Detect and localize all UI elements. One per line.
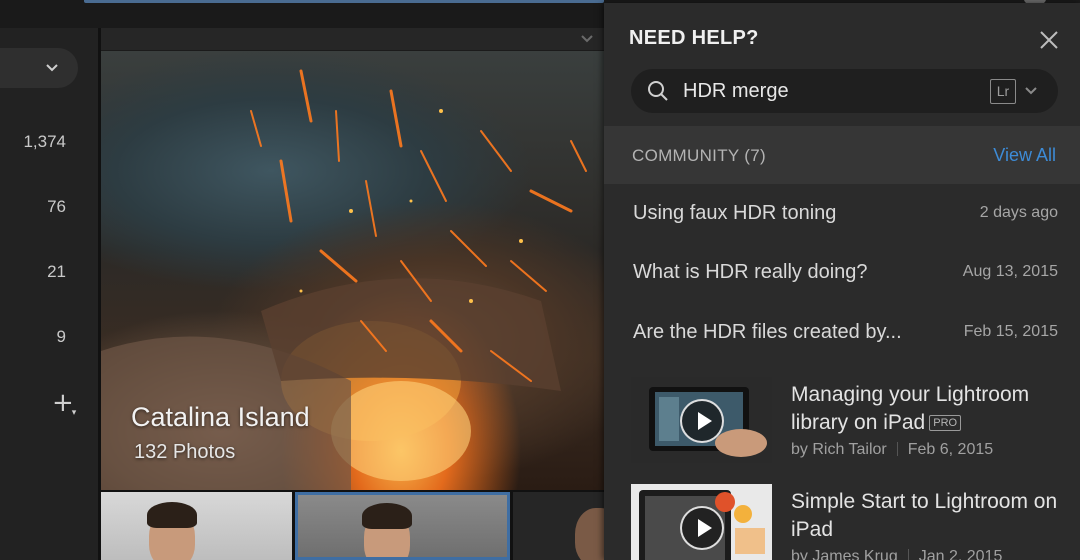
video-thumbnail: [631, 377, 772, 463]
help-panel: NEED HELP? Lr COMMUNITY (7) View All Usi…: [604, 3, 1080, 560]
album-photo-count: 132 Photos: [134, 441, 236, 463]
search-input[interactable]: [683, 77, 973, 105]
album-cover[interactable]: Catalina Island 132 Photos: [101, 51, 604, 490]
video-title: Simple Start to Lightroom on iPad: [791, 490, 1058, 541]
sidebar-count[interactable]: 9: [57, 327, 66, 347]
close-icon[interactable]: [1038, 29, 1060, 51]
album-header: [101, 28, 604, 50]
help-title: NEED HELP?: [629, 27, 759, 49]
sidebar: 1,374 76 21 9 +▾: [0, 28, 98, 560]
photo-thumbnail[interactable]: [513, 492, 604, 560]
view-all-link[interactable]: View All: [993, 145, 1056, 166]
portrait-hair: [147, 502, 197, 528]
community-post[interactable]: Are the HDR files created by... Feb 15, …: [604, 309, 1080, 359]
video-author: by Rich Tailor: [791, 441, 887, 458]
photo-thumbnail[interactable]: [101, 492, 292, 560]
filter-dropdown[interactable]: [0, 48, 78, 88]
video-author: by James Krug: [791, 548, 898, 560]
community-label: COMMUNITY (7): [632, 146, 766, 165]
chevron-down-icon[interactable]: [1023, 83, 1039, 99]
sidebar-count[interactable]: 76: [47, 197, 66, 217]
post-title: What is HDR really doing?: [633, 261, 868, 283]
video-date: Feb 6, 2015: [907, 441, 994, 458]
sidebar-count[interactable]: 1,374: [23, 132, 66, 152]
post-title: Using faux HDR toning: [633, 202, 837, 224]
portrait-hair: [362, 503, 412, 529]
post-date: 2 days ago: [979, 204, 1058, 221]
chevron-down-icon[interactable]: [579, 31, 595, 47]
video-title: Managing your Lightroom library on iPad P…: [791, 383, 1030, 434]
post-date: Feb 15, 2015: [963, 323, 1058, 340]
play-icon[interactable]: [680, 506, 724, 550]
tutorial-video[interactable]: Managing your Lightroom library on iPad P…: [604, 377, 1080, 477]
community-post[interactable]: Using faux HDR toning 2 days ago: [604, 190, 1080, 240]
search-icon: [648, 81, 668, 101]
pro-badge: PRO: [929, 415, 962, 431]
sidebar-count[interactable]: 21: [47, 262, 66, 282]
caret-down-icon: ▾: [71, 408, 77, 418]
video-thumbnail: [631, 484, 772, 560]
tutorial-video[interactable]: Simple Start to Lightroom on iPad by Jam…: [604, 484, 1080, 560]
chevron-down-icon: [46, 64, 58, 72]
post-title: Are the HDR files created by...: [633, 321, 902, 343]
help-search-field: Lr: [631, 69, 1058, 113]
video-meta: by James Krug Jan 2, 2015: [791, 548, 1002, 560]
thumbnail-strip: [101, 490, 604, 560]
video-meta: by Rich Tailor Feb 6, 2015: [791, 441, 993, 459]
lightroom-product-badge[interactable]: Lr: [990, 79, 1016, 104]
meta-divider: [907, 549, 909, 560]
play-icon[interactable]: [680, 399, 724, 443]
album-title: Catalina Island: [131, 402, 310, 432]
progress-bar: [84, 0, 604, 3]
post-date: Aug 13, 2015: [962, 263, 1058, 280]
add-album-button[interactable]: +▾: [52, 390, 78, 422]
portrait-image: [575, 508, 604, 560]
plus-icon: +: [52, 388, 74, 418]
meta-divider: [896, 442, 898, 456]
photo-thumbnail-selected[interactable]: [295, 492, 510, 560]
video-date: Jan 2, 2015: [918, 548, 1003, 560]
community-post[interactable]: What is HDR really doing? Aug 13, 2015: [604, 249, 1080, 299]
community-section-header: COMMUNITY (7) View All: [604, 126, 1080, 184]
